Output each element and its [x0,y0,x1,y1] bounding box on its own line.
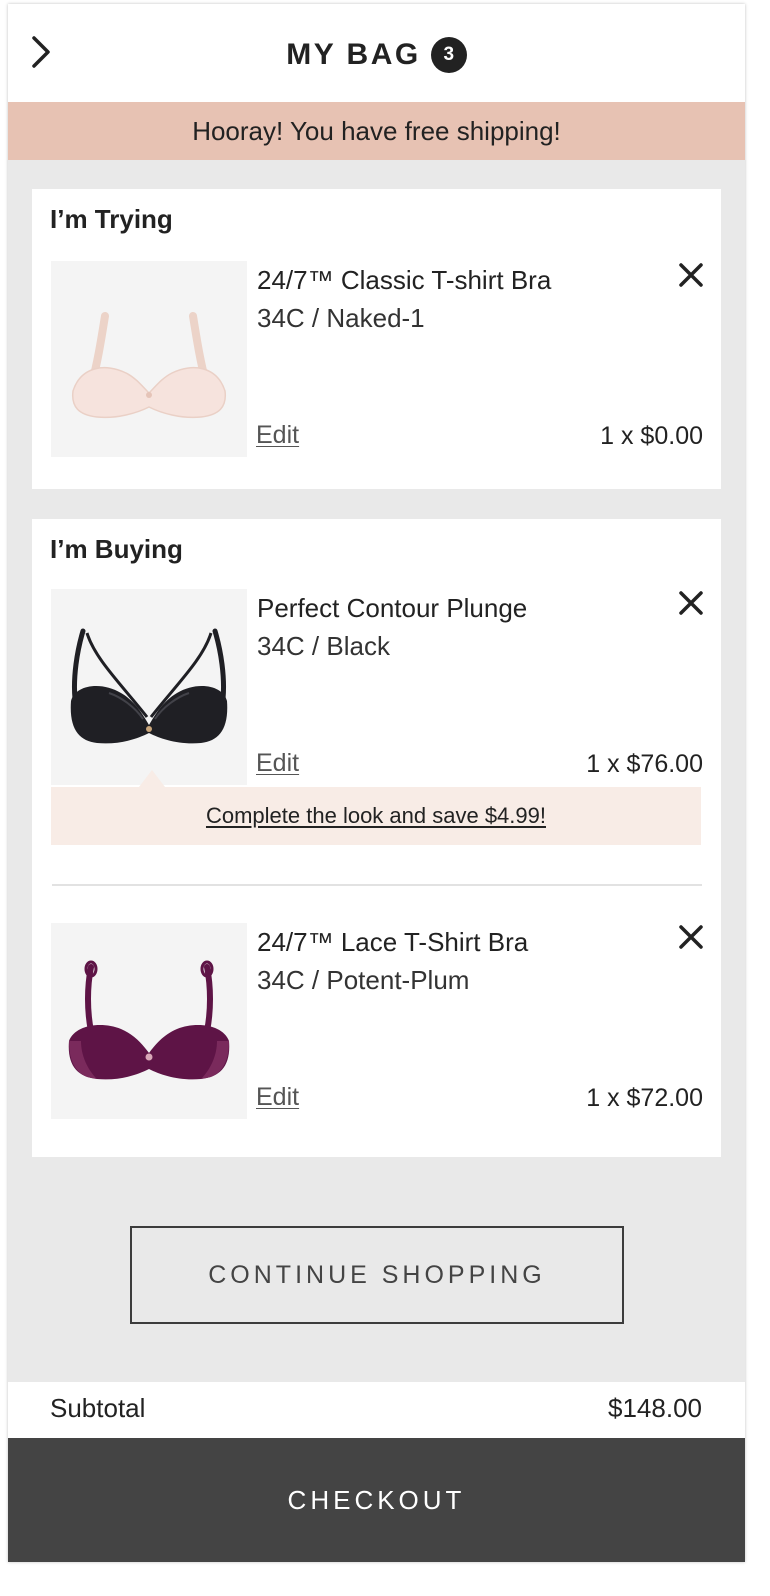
bag-drawer: MY BAG 3 Hooray! You have free shipping! … [8,4,745,1562]
edit-item-link[interactable]: Edit [256,1083,299,1112]
item-variant: 34C / Black [257,631,390,661]
item-name[interactable]: 24/7™ Lace T-Shirt Bra [257,927,528,958]
bra-product-image [71,312,227,419]
item-price: 1 x $76.00 [586,750,703,778]
upsell-banner: Complete the look and save $4.99! [51,787,701,845]
subtotal-row: Subtotal $148.00 [8,1382,745,1438]
close-icon [679,263,703,287]
item-variant: 34C / Potent-Plum [257,965,470,995]
remove-item-button[interactable] [677,589,705,617]
item-name[interactable]: 24/7™ Classic T-shirt Bra [257,265,551,296]
remove-item-button[interactable] [677,923,705,951]
item-divider [52,884,702,886]
item-count-badge: 3 [430,37,467,74]
page-title-group: MY BAG 3 [8,37,745,74]
item-price: 1 x $72.00 [586,1084,703,1112]
free-shipping-banner: Hooray! You have free shipping! [8,102,745,160]
product-image[interactable] [51,923,247,1119]
item-price: 1 x $0.00 [600,422,703,450]
upsell-pointer [139,770,165,787]
product-image[interactable] [51,261,247,457]
complete-the-look-link[interactable]: Complete the look and save $4.99! [206,803,546,828]
remove-item-button[interactable] [677,261,705,289]
cart-item: 24/7™ Lace T-Shirt Bra 34C / Potent-Plum… [32,923,721,1119]
header: MY BAG 3 [8,4,745,102]
close-icon [679,925,703,949]
product-image[interactable] [51,589,247,785]
section-title-buying: I’m Buying [50,534,183,564]
edit-item-link[interactable]: Edit [256,421,299,450]
bra-product-image [68,960,230,1080]
buying-section: I’m Buying Perfect Contour Plunge 34C / … [32,519,721,1157]
continue-shopping-button[interactable]: CONTINUE SHOPPING [130,1226,624,1324]
section-title-trying: I’m Trying [50,204,173,234]
subtotal-value: $148.00 [608,1393,702,1423]
trying-section: I’m Trying 24/7™ Classic T-shirt Bra 34C… [32,189,721,489]
close-icon [679,591,703,615]
bra-product-image [70,628,228,744]
cart-item: Perfect Contour Plunge 34C / Black Edit … [32,589,721,785]
subtotal-label: Subtotal [50,1393,146,1423]
page-title: MY BAG [286,38,421,72]
cart-item: 24/7™ Classic T-shirt Bra 34C / Naked-1 … [32,261,721,457]
checkout-button[interactable]: CHECKOUT [8,1438,745,1562]
edit-item-link[interactable]: Edit [256,749,299,778]
item-variant: 34C / Naked-1 [257,303,425,333]
item-name[interactable]: Perfect Contour Plunge [257,593,527,624]
